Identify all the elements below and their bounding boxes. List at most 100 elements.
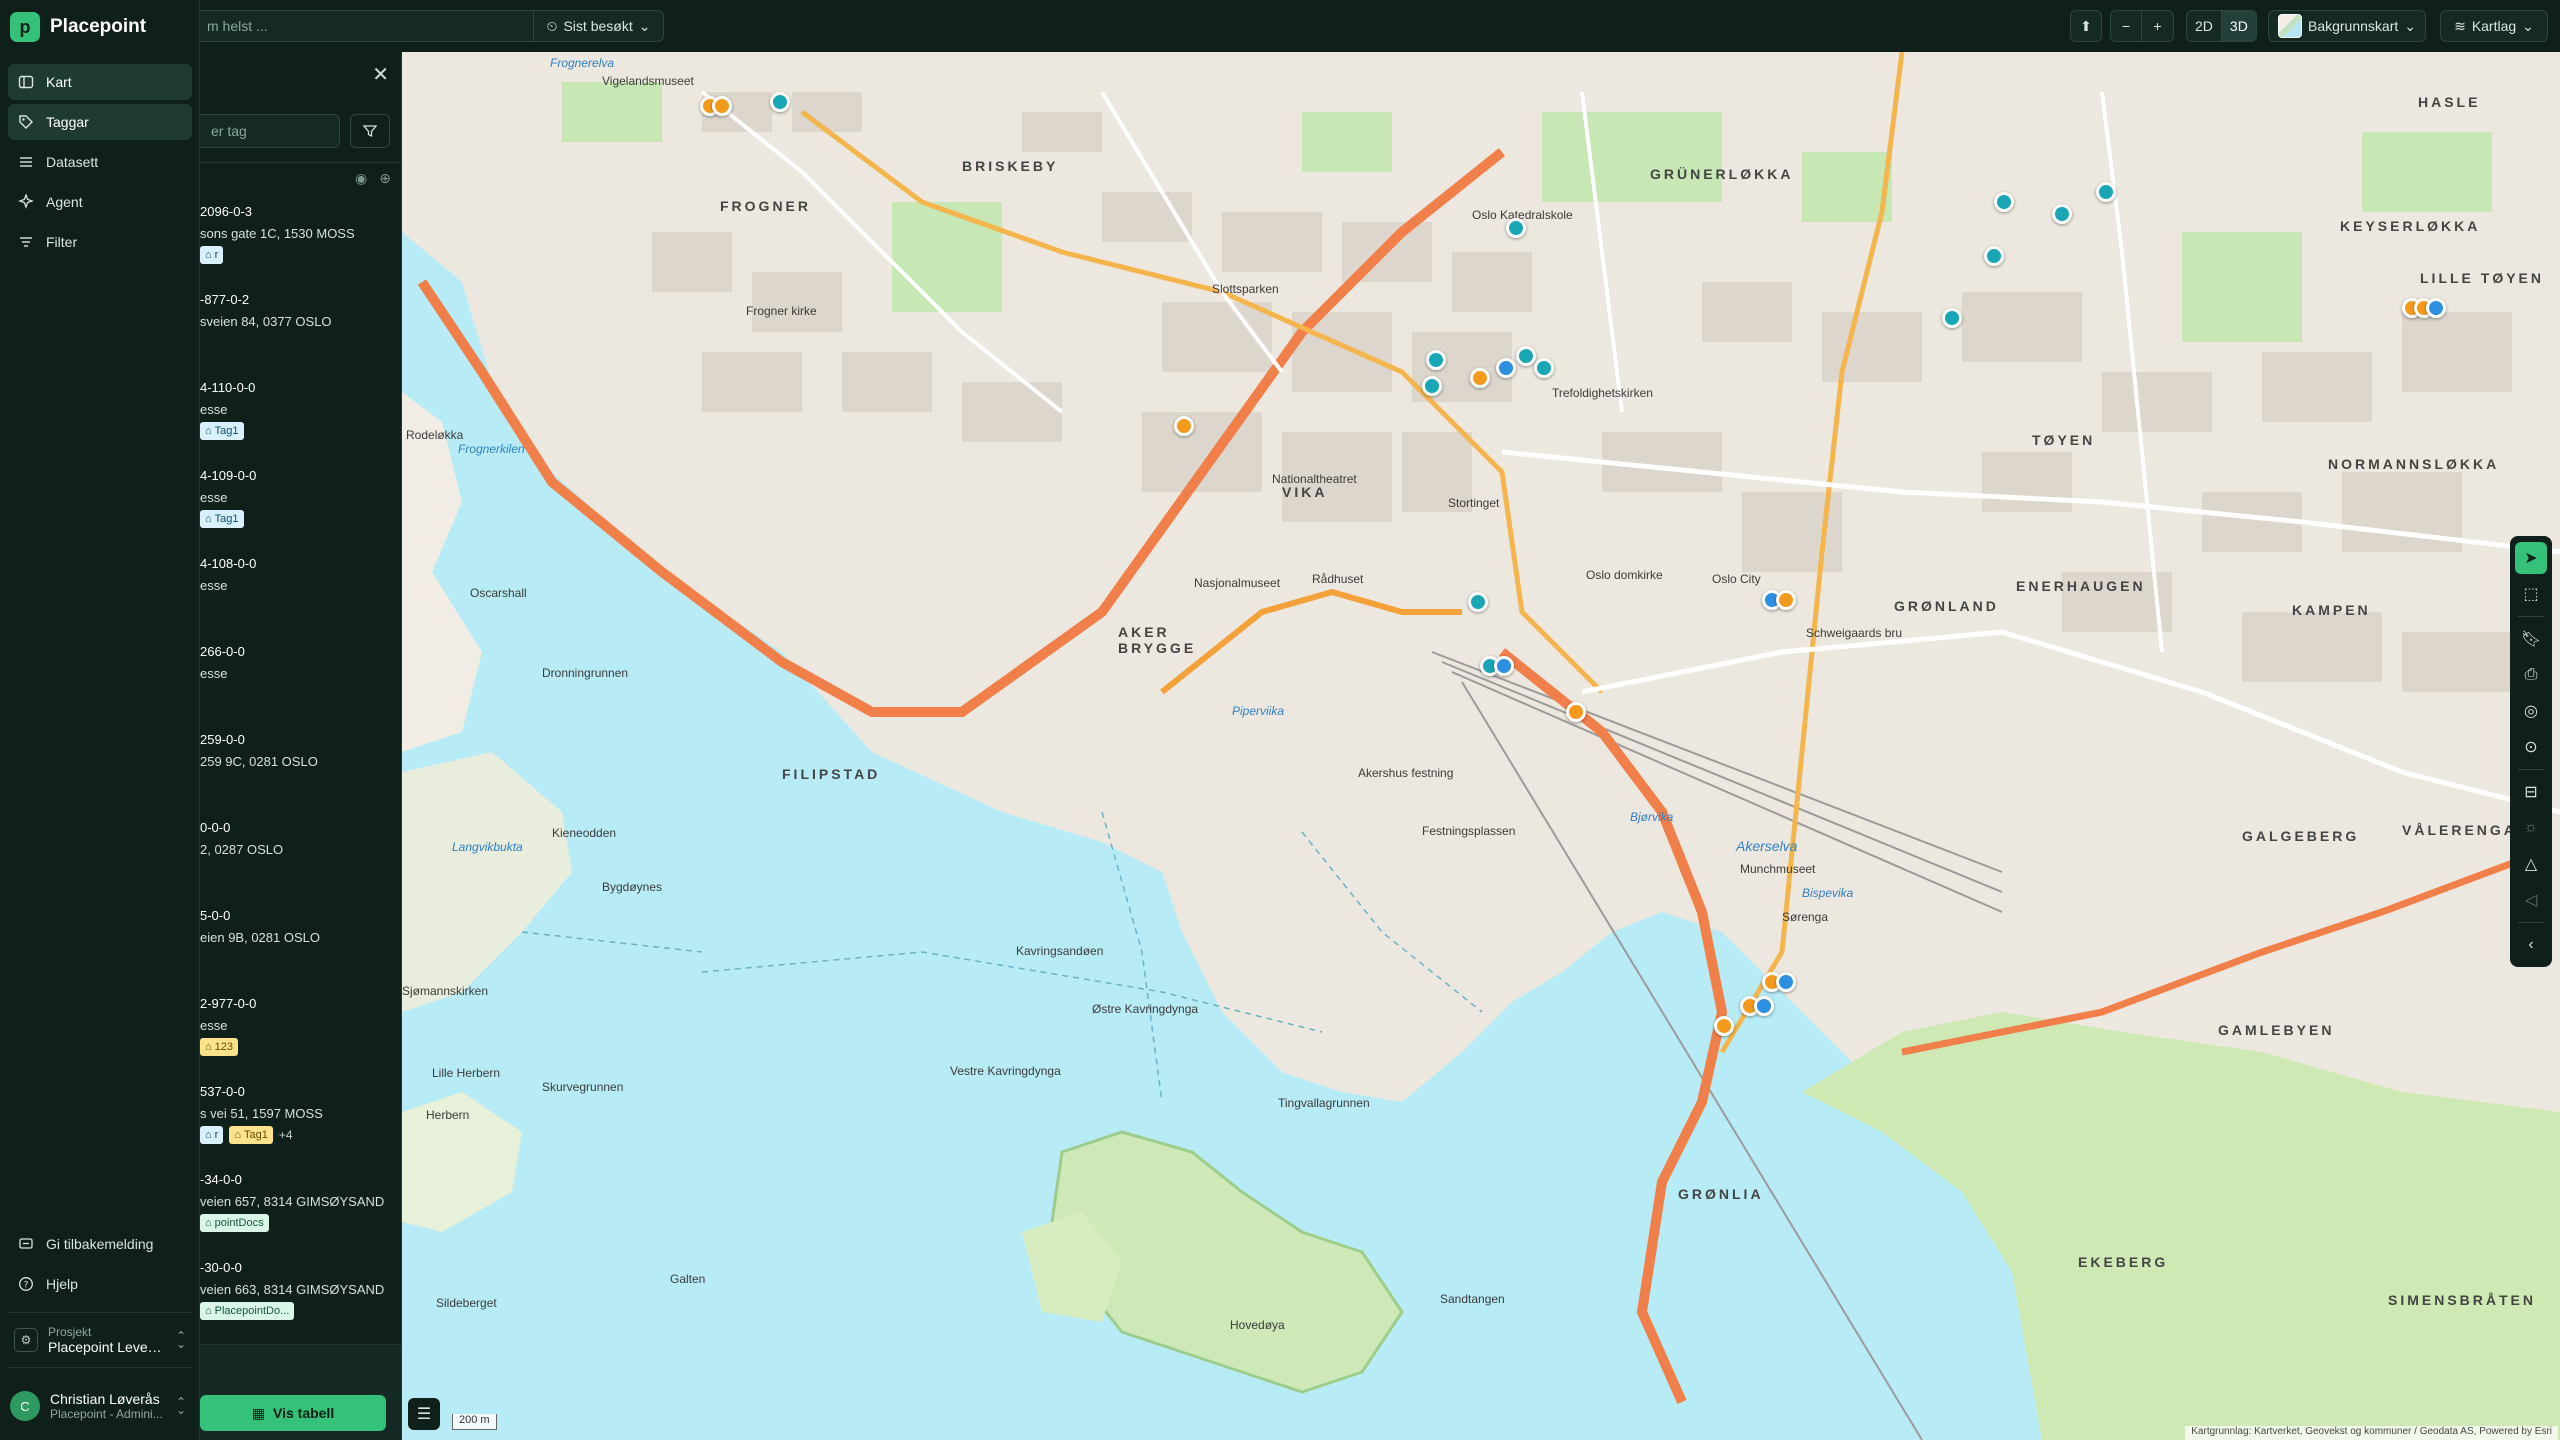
map-marker[interactable]	[1566, 702, 1586, 722]
map-marker[interactable]	[1714, 1016, 1734, 1036]
list-item[interactable]: 266-0-0 esse	[200, 640, 401, 728]
target-icon[interactable]: ⊙	[2515, 731, 2547, 763]
property-address: 259 9C, 0281 OSLO	[200, 754, 318, 769]
chevron-left-icon[interactable]: ‹	[2515, 929, 2547, 961]
global-search-input[interactable]	[197, 11, 533, 41]
compass-button[interactable]: ⬆	[2070, 10, 2102, 42]
tag-badge[interactable]: ⌂ r	[200, 1126, 224, 1144]
user-menu[interactable]: C Christian Løverås Placepoint - Admini.…	[8, 1384, 192, 1428]
list-item[interactable]: 2096-0-3 sons gate 1C, 1530 MOSS ⌂ r	[200, 200, 401, 288]
brand[interactable]: p Placepoint	[10, 12, 146, 42]
park-vigeland	[562, 82, 662, 142]
view-2d-button[interactable]: 2D	[2186, 10, 2222, 42]
map-marker[interactable]	[1776, 590, 1796, 610]
place-label: Lille Herbern	[432, 1066, 501, 1080]
view-3d-button[interactable]: 3D	[2221, 10, 2257, 42]
place-label: Frognerkilen	[458, 442, 525, 456]
tag-group: ⌂ pointDocs	[200, 1214, 269, 1232]
tag-search[interactable]	[200, 114, 340, 148]
close-icon[interactable]: ✕	[372, 62, 389, 87]
map-canvas[interactable]: BRISKEBY FROGNER GRÜNERLØKKA KEYSERLØKKA…	[402, 52, 2560, 1440]
list-item[interactable]: 537-0-0 s vei 51, 1597 MOSS ⌂ r ⌂ Tag1 +4	[200, 1080, 401, 1168]
map-marker[interactable]	[1994, 192, 2014, 212]
tag-badge[interactable]: ⌂ Tag1	[200, 510, 244, 528]
nav-item-feedback[interactable]: Gi tilbakemelding	[8, 1226, 192, 1262]
project-switcher[interactable]: ⚙ Prosjekt Placepoint Leveri... ⌃ ⌄	[8, 1312, 192, 1368]
tag-badge[interactable]: ⌂ 123	[200, 1038, 239, 1056]
nav-item-taggar[interactable]: Taggar	[8, 104, 192, 140]
basemap-button[interactable]: Bakgrunnskart ⌄	[2268, 10, 2426, 42]
select-pointer-icon[interactable]: ➤	[2515, 542, 2547, 574]
tag-label: pointDocs	[214, 1217, 264, 1229]
zoom-in-button[interactable]: +	[2142, 10, 2174, 42]
navigation-icon[interactable]: ◁	[2515, 884, 2547, 916]
property-address: s vei 51, 1597 MOSS	[200, 1106, 323, 1121]
list-item[interactable]: 4-110-0-0 esse ⌂ Tag1	[200, 376, 401, 464]
nav-item-filter[interactable]: Filter	[8, 224, 192, 260]
global-search[interactable]	[196, 10, 534, 42]
map-marker[interactable]	[1426, 350, 1446, 370]
map-marker[interactable]	[2052, 204, 2072, 224]
list-item[interactable]: -877-0-2 sveien 84, 0377 OSLO	[200, 288, 401, 376]
map-attribution: Kartgrunnlag: Kartverket, Geovekst og ko…	[2185, 1426, 2558, 1440]
print-icon[interactable]: ⎙	[2515, 659, 2547, 691]
more-tags-count[interactable]: +4	[279, 1128, 293, 1142]
nav-item-datasett[interactable]: Datasett	[8, 144, 192, 180]
list-item[interactable]: 5-0-0 eien 9B, 0281 OSLO	[200, 904, 401, 992]
tag-badge[interactable]: ⌂ PlacepointDo...	[200, 1302, 295, 1320]
map-marker[interactable]	[2426, 298, 2446, 318]
map-marker[interactable]	[712, 96, 732, 116]
nav-item-help[interactable]: ? Hjelp	[8, 1266, 192, 1302]
list-item[interactable]: 4-108-0-0 esse	[200, 552, 401, 640]
map-marker[interactable]	[1174, 416, 1194, 436]
map-marker[interactable]	[1984, 246, 2004, 266]
place-label: Sørenga	[1782, 910, 1829, 924]
map-marker[interactable]	[770, 92, 790, 112]
nav-item-agent[interactable]: Agent	[8, 184, 192, 220]
map-marker[interactable]	[1516, 346, 1536, 366]
map-marker[interactable]	[1494, 656, 1514, 676]
nav-item-kart[interactable]: Kart	[8, 64, 192, 100]
tag-badge[interactable]: ⌂ Tag1	[229, 1126, 273, 1144]
compass-icon: ⬆	[2080, 17, 2092, 34]
district-label: GRØNLAND	[1894, 598, 1999, 614]
sun-icon[interactable]: ☼	[2515, 812, 2547, 844]
list-item[interactable]: -30-0-0 veien 663, 8314 GIMSØYSAND ⌂ Placep…	[200, 1256, 401, 1344]
list-item[interactable]: -34-0-0 veien 657, 8314 GIMSØYSAND ⌂ pointD…	[200, 1168, 401, 1256]
map-marker[interactable]	[1422, 376, 1442, 396]
map-marker[interactable]	[1470, 368, 1490, 388]
panel-filter-button[interactable]	[350, 114, 390, 148]
bookmark-icon[interactable]: 🔖︎	[2515, 623, 2547, 655]
layers-label: Kartlag	[2471, 18, 2517, 34]
property-address: esse	[200, 1018, 228, 1033]
eye-icon[interactable]: ◉	[355, 170, 367, 187]
measure-icon[interactable]: △	[2515, 848, 2547, 880]
list-item[interactable]: 4-109-0-0 esse ⌂ Tag1	[200, 464, 401, 552]
map-marker[interactable]	[1506, 218, 1526, 238]
map-marker[interactable]	[1776, 972, 1796, 992]
tag-badge[interactable]: ⌂ pointDocs	[200, 1214, 269, 1232]
tag-badge[interactable]: ⌂ r	[200, 246, 224, 264]
property-address: veien 663, 8314 GIMSØYSAND	[200, 1282, 385, 1297]
list-item[interactable]: 2-977-0-0 esse ⌂ 123	[200, 992, 401, 1080]
list-item[interactable]: 0-0-0 2, 0287 OSLO	[200, 816, 401, 904]
list-item[interactable]: 259-0-0 259 9C, 0281 OSLO	[200, 728, 401, 816]
property-address: sons gate 1C, 1530 MOSS	[200, 226, 355, 241]
layers-button[interactable]: ≋ Kartlag ⌄	[2440, 10, 2548, 42]
map-marker[interactable]	[1534, 358, 1554, 378]
zoom-out-button[interactable]: −	[2110, 10, 2142, 42]
show-table-button[interactable]: ▦ Vis tabell	[200, 1395, 386, 1431]
tag-search-input[interactable]	[200, 115, 339, 147]
locate-icon[interactable]: ⊕	[379, 170, 391, 187]
box-select-icon[interactable]: ⬚	[2515, 578, 2547, 610]
legend-button[interactable]: ☰	[408, 1398, 440, 1430]
map-marker[interactable]	[2096, 182, 2116, 202]
map-marker[interactable]	[1942, 308, 1962, 328]
save-view-icon[interactable]: ⊟	[2515, 776, 2547, 808]
map-marker[interactable]	[1496, 358, 1516, 378]
map-marker[interactable]	[1468, 592, 1488, 612]
camera-icon[interactable]: ◎	[2515, 695, 2547, 727]
tag-badge[interactable]: ⌂ Tag1	[200, 422, 244, 440]
recent-button[interactable]: ⏲ Sist besøkt ⌄	[534, 10, 664, 42]
map-marker[interactable]	[1754, 996, 1774, 1016]
